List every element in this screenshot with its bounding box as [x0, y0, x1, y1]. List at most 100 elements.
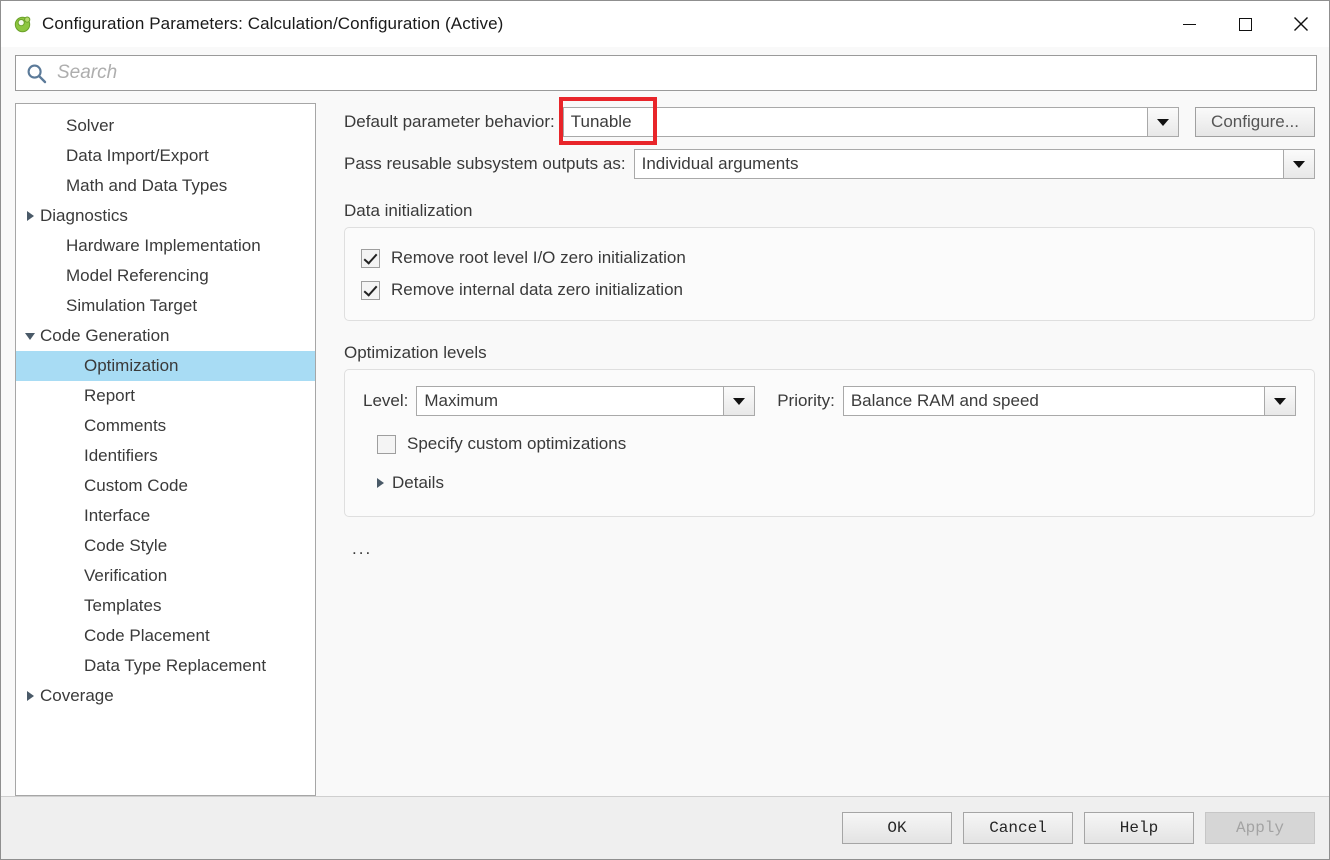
tree-item-code-generation[interactable]: Code Generation — [16, 321, 315, 351]
cancel-button[interactable]: Cancel — [963, 812, 1073, 844]
tree-item-label: Coverage — [40, 686, 114, 705]
level-combo[interactable]: Maximum — [416, 386, 756, 416]
tree-item-code-style[interactable]: Code Style — [16, 531, 315, 561]
tree-item-label: Solver — [66, 116, 115, 135]
details-label: Details — [392, 473, 444, 492]
level-label: Level: — [363, 391, 409, 410]
default-parameter-behavior-control: Tunable — [558, 97, 1179, 145]
search-icon — [27, 64, 47, 83]
data-init-checkbox-row[interactable]: Remove internal data zero initialization — [361, 274, 1298, 306]
default-parameter-behavior-dropdown-button[interactable] — [1147, 107, 1179, 137]
maximize-button[interactable] — [1217, 1, 1273, 47]
tree-item-label: Interface — [84, 506, 151, 525]
tree-item-optimization[interactable]: Optimization — [16, 351, 315, 381]
specify-custom-optimizations-checkbox[interactable] — [377, 434, 396, 454]
data-init-checkbox[interactable] — [361, 248, 380, 268]
specify-custom-optimizations-label: Specify custom optimizations — [407, 434, 627, 453]
tree-item-data-import-export[interactable]: Data Import/Export — [16, 141, 315, 171]
tree-item-label: Comments — [84, 416, 167, 435]
close-button[interactable] — [1273, 1, 1329, 47]
tree-item-label: Model Referencing — [66, 266, 209, 285]
help-button[interactable]: Help — [1084, 812, 1194, 844]
tree-item-templates[interactable]: Templates — [16, 591, 315, 621]
tree-item-label: Code Generation — [40, 326, 170, 345]
default-parameter-behavior-label: Default parameter behavior: — [344, 112, 555, 131]
tree-item-label: Report — [84, 386, 136, 405]
chevron-down-icon — [1157, 118, 1169, 126]
dialog-body: Solver Data Import/Export Math and Data Ty… — [1, 91, 1329, 796]
ok-button[interactable]: OK — [842, 812, 952, 844]
window-title: Configuration Parameters: Calculation/Co… — [42, 14, 504, 33]
data-initialization-group: Data initialization Remove root level I/… — [344, 201, 1315, 321]
default-parameter-behavior-combo[interactable]: Tunable — [562, 107, 1179, 137]
minimize-button[interactable] — [1161, 1, 1217, 47]
tree-twisty-expanded[interactable] — [20, 332, 40, 340]
priority-dropdown-button[interactable] — [1264, 386, 1297, 416]
pass-reusable-label: Pass reusable subsystem outputs as: — [344, 154, 626, 173]
data-init-checkbox-row[interactable]: Remove root level I/O zero initializatio… — [361, 242, 1298, 274]
priority-combo[interactable]: Balance RAM and speed — [842, 386, 1297, 416]
tree-item-coverage[interactable]: Coverage — [16, 681, 315, 711]
search-row: Search — [1, 47, 1329, 91]
simulink-icon — [13, 14, 33, 34]
tree-item-math-and-data-types[interactable]: Math and Data Types — [16, 171, 315, 201]
tree-item-solver[interactable]: Solver — [16, 111, 315, 141]
tree-item-simulation-target[interactable]: Simulation Target — [16, 291, 315, 321]
apply-button: Apply — [1205, 812, 1315, 844]
optimization-levels-group: Optimization levels Level: Maximum Prior… — [344, 343, 1315, 517]
tree-item-hardware-implementation[interactable]: Hardware Implementation — [16, 231, 315, 261]
window-controls — [1161, 1, 1329, 47]
tree-item-comments[interactable]: Comments — [16, 411, 315, 441]
level-value: Maximum — [416, 386, 724, 416]
tree-item-verification[interactable]: Verification — [16, 561, 315, 591]
tree-item-label: Custom Code — [84, 476, 188, 495]
tree-item-label: Code Placement — [84, 626, 210, 645]
tree-item-label: Templates — [84, 596, 162, 615]
data-initialization-title: Data initialization — [344, 201, 473, 220]
title-bar: Configuration Parameters: Calculation/Co… — [1, 1, 1329, 47]
data-initialization-box: Remove root level I/O zero initializatio… — [344, 227, 1315, 321]
details-expander[interactable]: Details — [377, 468, 1296, 498]
priority-value: Balance RAM and speed — [842, 386, 1265, 416]
pass-reusable-combo[interactable]: Individual arguments — [633, 149, 1315, 179]
chevron-right-icon — [377, 478, 384, 488]
data-init-checkbox[interactable] — [361, 280, 380, 300]
tree-item-code-placement[interactable]: Code Placement — [16, 621, 315, 651]
search-placeholder: Search — [57, 62, 118, 83]
tree-item-data-type-replacement[interactable]: Data Type Replacement — [16, 651, 315, 681]
data-init-checkbox-label: Remove internal data zero initialization — [391, 280, 683, 299]
level-dropdown-button[interactable] — [723, 386, 756, 416]
tree-item-label: Code Style — [84, 536, 168, 555]
tree-item-identifiers[interactable]: Identifiers — [16, 441, 315, 471]
chevron-right-icon — [26, 691, 34, 701]
settings-pane: Default parameter behavior: Tunable Conf… — [316, 97, 1315, 796]
tree-twisty-collapsed[interactable] — [20, 691, 40, 701]
config-parameters-window: Configuration Parameters: Calculation/Co… — [0, 0, 1330, 860]
tree-item-diagnostics[interactable]: Diagnostics — [16, 201, 315, 231]
close-icon — [1294, 17, 1308, 31]
tree-item-label: Simulation Target — [66, 296, 198, 315]
chevron-down-icon — [1274, 397, 1287, 405]
tree-item-label: Hardware Implementation — [66, 236, 261, 255]
tree-item-report[interactable]: Report — [16, 381, 315, 411]
optimization-levels-title: Optimization levels — [344, 343, 487, 362]
configure-button[interactable]: Configure... — [1195, 107, 1315, 137]
tree-item-label: Identifiers — [84, 446, 158, 465]
tree-item-label: Optimization — [84, 356, 179, 375]
tree-item-label: Data Type Replacement — [84, 656, 267, 675]
specify-custom-optimizations-row[interactable]: Specify custom optimizations — [377, 428, 1296, 460]
tree-item-custom-code[interactable]: Custom Code — [16, 471, 315, 501]
tree-item-interface[interactable]: Interface — [16, 501, 315, 531]
tree-item-model-referencing[interactable]: Model Referencing — [16, 261, 315, 291]
pass-reusable-dropdown-button[interactable] — [1283, 149, 1315, 179]
level-priority-row: Level: Maximum Priority: Balance RAM and… — [363, 386, 1297, 416]
tree-item-label: Diagnostics — [40, 206, 128, 225]
chevron-right-icon — [26, 211, 34, 221]
tree-twisty-collapsed[interactable] — [20, 211, 40, 221]
default-parameter-behavior-row: Default parameter behavior: Tunable Conf… — [344, 97, 1315, 145]
settings-tree[interactable]: Solver Data Import/Export Math and Data Ty… — [15, 103, 316, 796]
overflow-indicator: ... — [352, 539, 373, 558]
search-input[interactable]: Search — [15, 55, 1317, 91]
chevron-down-icon — [25, 332, 35, 340]
chevron-down-icon — [733, 397, 746, 405]
